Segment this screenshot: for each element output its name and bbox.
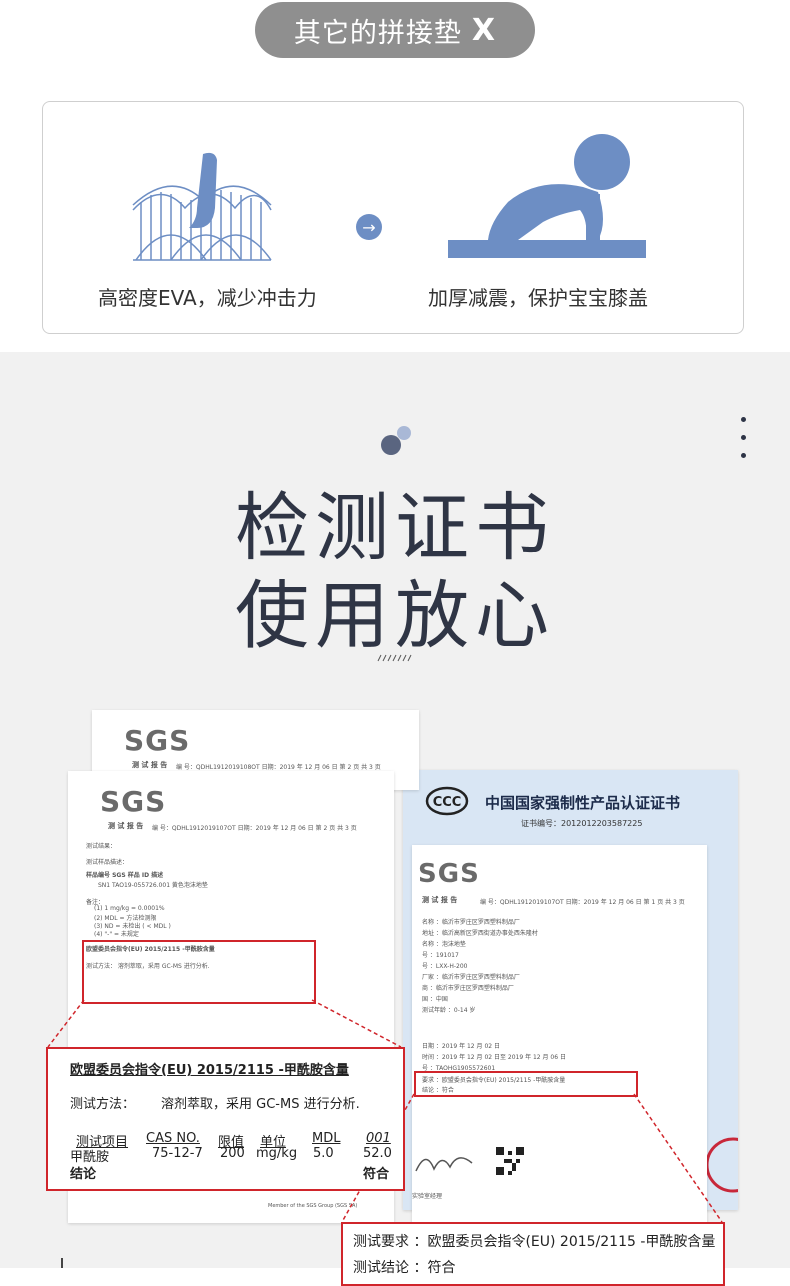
zoom-title: 欧盟委员会指令(EU) 2015/2115 -甲酰胺含量 [70, 1063, 349, 1078]
zoom-box-results: 欧盟委员会指令(EU) 2015/2115 -甲酰胺含量 测试方法： 溶剂萃取，… [46, 1047, 405, 1191]
method-value: 溶剂萃取，采用 GC-MS 进行分析. [161, 1097, 360, 1112]
conclusion-value: 符合 [363, 1167, 390, 1182]
cell: 5.0 [313, 1146, 334, 1161]
zoom-box-requirement: 测试要求 ：欧盟委员会指令(EU) 2015/2115 -甲酰胺含量 测试结论 … [341, 1222, 725, 1286]
method-label: 测试方法： [70, 1097, 136, 1112]
cell: mg/kg [256, 1146, 298, 1161]
cell: 52.0 [363, 1146, 392, 1161]
cell: 75-12-7 [152, 1146, 203, 1161]
left-marker [61, 1258, 63, 1268]
col-header: CAS NO. [146, 1131, 200, 1146]
requirement-line: 测试要求 ：欧盟委员会指令(EU) 2015/2115 -甲酰胺含量 [353, 1234, 716, 1250]
col-header: MDL [312, 1131, 341, 1146]
conclusion-label: 结论 [70, 1167, 97, 1182]
conclusion-line: 测试结论 ：符合 [353, 1260, 456, 1276]
cell: 200 [220, 1146, 245, 1161]
col-header: 001 [366, 1131, 391, 1146]
